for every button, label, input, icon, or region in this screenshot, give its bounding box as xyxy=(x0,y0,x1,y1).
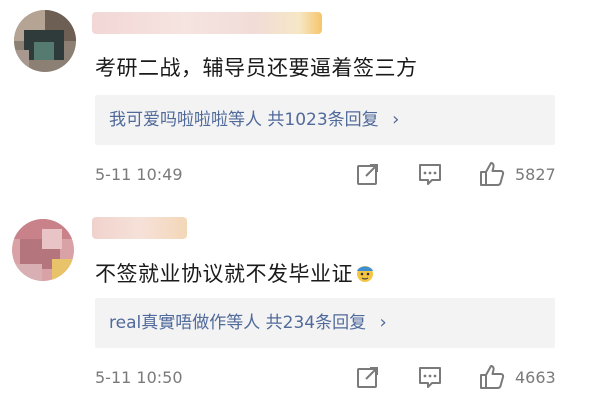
like-icon[interactable] xyxy=(478,363,506,391)
like-count: 5827 xyxy=(515,165,556,184)
replies-link[interactable]: real真實唔做作等人 共234条回复 › xyxy=(95,298,555,348)
avatar[interactable] xyxy=(12,219,74,281)
username-blurred[interactable] xyxy=(92,12,322,34)
share-icon[interactable] xyxy=(355,161,381,187)
timestamp: 5-11 10:50 xyxy=(95,368,183,387)
like-icon[interactable] xyxy=(478,160,506,188)
timestamp: 5-11 10:49 xyxy=(95,165,183,184)
like-count: 4663 xyxy=(515,368,556,387)
comment-icon[interactable] xyxy=(417,161,443,187)
avatar[interactable] xyxy=(14,10,76,72)
comment-text: 不签就业协议就不发毕业证 xyxy=(95,258,375,288)
avatar-image xyxy=(12,219,74,281)
comment-item: 考研二战，辅导员还要逼着签三方 我可爱吗啦啦啦等人 共1023条回复 › 5-1… xyxy=(0,0,591,200)
reply-count: 共234条回复 xyxy=(265,313,367,333)
reply-count: 共1023条回复 xyxy=(267,110,379,130)
emoji-icon xyxy=(357,266,373,282)
comment-text: 考研二战，辅导员还要逼着签三方 xyxy=(95,56,418,80)
comment-item: 不签就业协议就不发毕业证 real真實唔做作等人 共234条回复 › 5-11 … xyxy=(0,200,591,400)
comment-text-body: 不签就业协议就不发毕业证 xyxy=(95,262,353,286)
share-icon[interactable] xyxy=(355,364,381,390)
username-blurred[interactable] xyxy=(92,217,187,239)
comment-icon[interactable] xyxy=(417,364,443,390)
replies-link[interactable]: 我可爱吗啦啦啦等人 共1023条回复 › xyxy=(95,95,555,145)
chevron-right-icon: › xyxy=(379,312,387,333)
reply-users: 我可爱吗啦啦啦等人 xyxy=(109,110,262,130)
chevron-right-icon: › xyxy=(392,109,400,130)
avatar-image xyxy=(14,10,76,72)
reply-users: real真實唔做作等人 xyxy=(109,313,261,333)
